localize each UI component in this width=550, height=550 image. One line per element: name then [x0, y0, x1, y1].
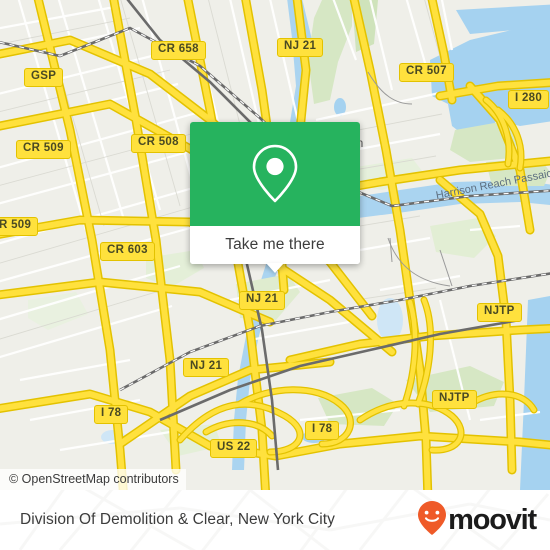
- screenshot-root: son Harrison Reach Passaic River GSPCR 6…: [0, 0, 550, 550]
- popup-action-bar[interactable]: Take me there: [190, 226, 360, 264]
- road-shield: CR 509: [16, 140, 71, 159]
- road-shield: I 78: [94, 405, 129, 424]
- road-shield: CR 658: [151, 41, 206, 60]
- take-me-there-label: Take me there: [225, 236, 325, 253]
- popup-pointer-tail: [266, 263, 284, 273]
- road-shield: NJ 21: [277, 38, 324, 57]
- road-shield: I 280: [508, 90, 550, 109]
- road-shield: GSP: [24, 68, 64, 87]
- road-shield: R 509: [0, 217, 39, 236]
- map-canvas[interactable]: son Harrison Reach Passaic River GSPCR 6…: [0, 0, 550, 490]
- road-shield: I 78: [305, 421, 340, 440]
- location-popup-card[interactable]: Take me there: [190, 122, 360, 273]
- road-shield: CR 603: [100, 242, 155, 261]
- page-title: Division Of Demolition & Clear, New York…: [20, 511, 335, 528]
- moovit-wordmark: moovit: [448, 504, 537, 536]
- road-shield: CR 507: [399, 63, 454, 82]
- map-attribution[interactable]: © OpenStreetMap contributors: [0, 469, 186, 490]
- footer-bar: Division Of Demolition & Clear, New York…: [0, 490, 550, 550]
- road-shield: CR 508: [131, 134, 186, 153]
- road-shield: NJ 21: [183, 358, 230, 377]
- road-shield: US 22: [210, 439, 258, 458]
- road-shield: NJTP: [477, 303, 522, 322]
- map-pin-icon: [249, 142, 301, 206]
- road-shield: NJTP: [432, 390, 477, 409]
- moovit-smiley-pin-icon: [416, 500, 448, 541]
- road-shield: NJ 21: [239, 291, 286, 310]
- popup-image-area: [190, 122, 360, 226]
- moovit-brand[interactable]: moovit: [416, 490, 537, 550]
